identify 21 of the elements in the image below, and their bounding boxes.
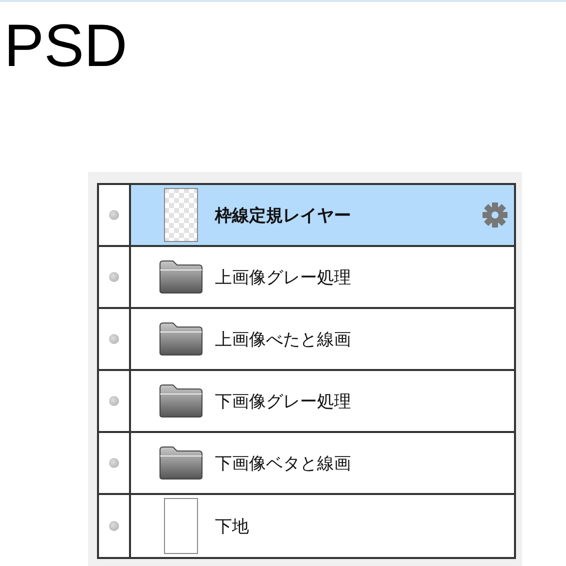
- visibility-toggle[interactable]: [109, 396, 119, 406]
- visibility-toggle[interactable]: [109, 272, 119, 282]
- visibility-toggle[interactable]: [109, 458, 119, 468]
- layer-name: 下画像グレー処理: [215, 390, 352, 412]
- layer-name: 枠線定規レイヤー: [215, 204, 352, 226]
- layer-name: 下地: [215, 516, 250, 538]
- visibility-toggle[interactable]: [109, 334, 119, 344]
- document-title: PSD: [4, 12, 128, 79]
- folder-icon: [159, 446, 203, 480]
- blank-thumbnail-icon: [164, 498, 198, 554]
- layer-name: 下画像ベタと線画: [215, 452, 352, 474]
- layer-name: 上画像グレー処理: [215, 266, 352, 288]
- folder-icon: [159, 322, 203, 356]
- visibility-toggle[interactable]: [109, 521, 119, 531]
- transparent-thumbnail-icon: [164, 188, 198, 242]
- settings-icon[interactable]: [482, 202, 508, 228]
- folder-icon: [159, 260, 203, 294]
- layer-name: 上画像べたと線画: [215, 328, 352, 350]
- layer-row[interactable]: 枠線定規レイヤー: [131, 185, 514, 245]
- visibility-toggle[interactable]: [109, 210, 119, 220]
- folder-icon: [159, 384, 203, 418]
